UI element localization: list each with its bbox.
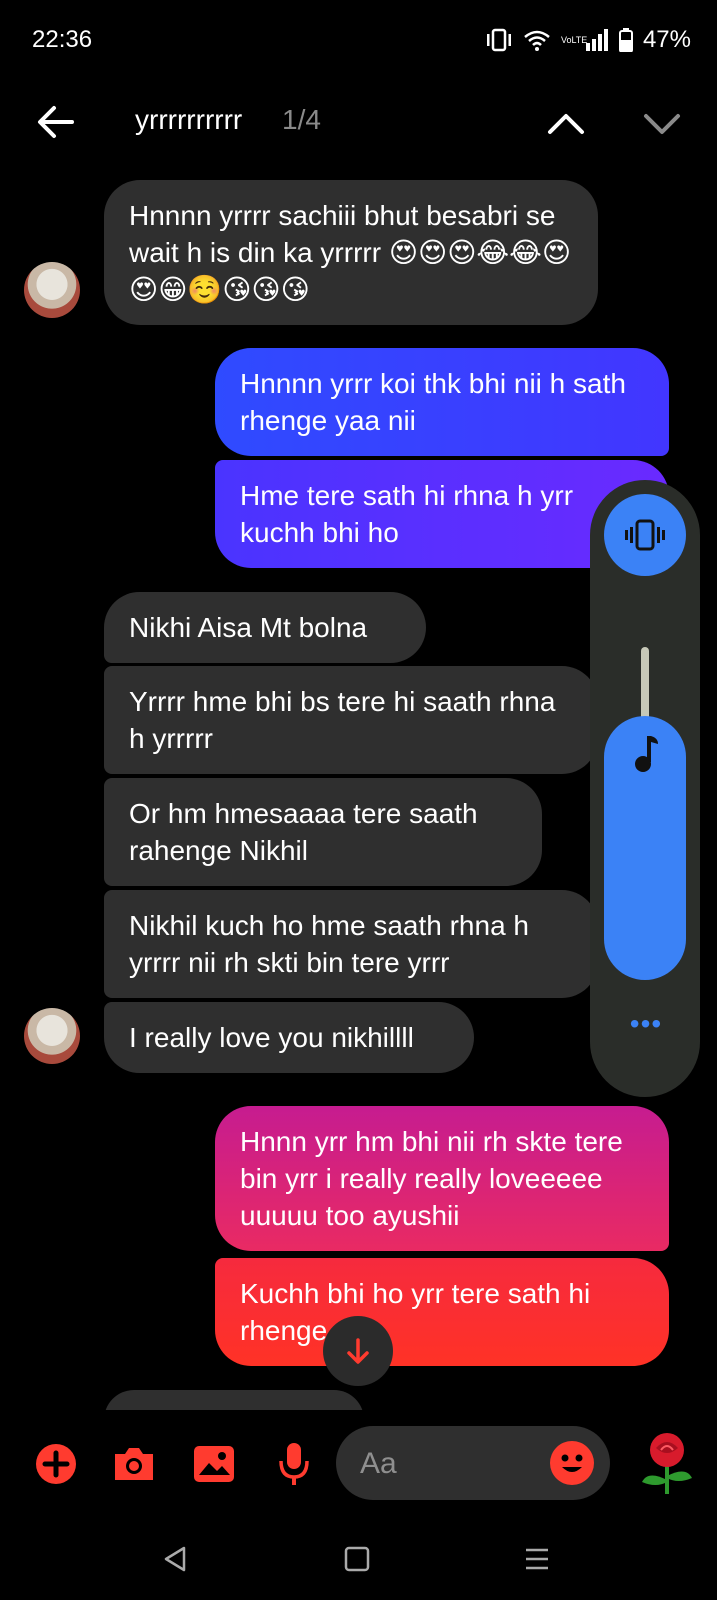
chat-header: yrrrrrrrrrr 1/4 — [0, 82, 717, 158]
scroll-to-bottom-button[interactable] — [323, 1316, 393, 1386]
more-dots-icon[interactable]: ••• — [616, 1008, 676, 1039]
message-bubble-incoming[interactable]: Nikhil kuch ho hme saath rhna h yrrrr ni… — [104, 890, 598, 998]
message-bubble-incoming[interactable]: Or hm hmesaaaa tere saath rahenge Nikhil — [104, 778, 542, 886]
chevron-down-icon — [644, 114, 680, 134]
emoji-button[interactable] — [550, 1441, 594, 1485]
square-home-icon — [344, 1546, 370, 1572]
message-bubble-incoming[interactable]: I really love you nikhillll — [104, 1002, 474, 1073]
message-bubble-incoming[interactable] — [104, 1390, 364, 1410]
message-text: Kuchh bhi ho yrr tere sath hi rhenge — [240, 1278, 591, 1346]
message-bubble-outgoing[interactable]: Hnnn yrr hm bhi nii rh skte tere bin yrr… — [215, 1106, 669, 1251]
contact-avatar[interactable] — [24, 1008, 80, 1064]
status-icons: VoLTE 47% — [485, 26, 691, 54]
message-composer — [0, 1416, 717, 1516]
message-text: Hnnnn yrrr koi thk bhi nii h sath rhenge… — [240, 368, 626, 436]
next-result-button[interactable] — [640, 102, 684, 146]
signal-icon — [585, 29, 609, 51]
message-text: Hme tere sath hi rhna h yrr kuchh bhi ho — [240, 480, 574, 548]
chevron-up-icon — [548, 114, 584, 134]
back-arrow-icon — [38, 106, 74, 138]
message-text: Nikhil kuch ho hme saath rhna h yrrrr ni… — [129, 910, 529, 978]
volte-icon: VoLTE — [560, 35, 588, 45]
ringer-mode-button[interactable] — [604, 494, 686, 576]
voice-button[interactable] — [270, 1440, 318, 1488]
message-bubble-incoming[interactable]: Nikhi Aisa Mt bolna — [104, 592, 426, 663]
camera-button[interactable] — [110, 1440, 158, 1488]
rose-reaction-button[interactable] — [634, 1430, 700, 1498]
vibrate-icon — [485, 28, 513, 52]
message-bubble-outgoing[interactable]: Kuchh bhi ho yrr tere sath hi rhenge — [215, 1258, 669, 1366]
message-bubble-incoming[interactable]: Hnnnn yrrrr sachiii bhut besabri se wait… — [104, 180, 598, 325]
gallery-button[interactable] — [190, 1440, 238, 1488]
triangle-back-icon — [164, 1546, 186, 1572]
nav-back-button[interactable] — [152, 1536, 198, 1582]
menu-lines-icon — [526, 1548, 548, 1570]
microphone-icon — [279, 1443, 309, 1485]
message-text: Nikhi Aisa Mt bolna — [129, 612, 368, 643]
message-bubble-outgoing[interactable]: Hnnnn yrrr koi thk bhi nii h sath rhenge… — [215, 348, 669, 456]
chat-title: yrrrrrrrrrr — [135, 104, 243, 135]
media-volume-slider[interactable] — [604, 716, 686, 980]
battery-percent: 47% — [642, 26, 691, 53]
rose-icon — [642, 1433, 692, 1494]
image-icon — [194, 1446, 234, 1482]
status-time: 22:36 — [32, 26, 93, 53]
message-input-container[interactable] — [336, 1426, 610, 1500]
system-navigation-bar — [0, 1516, 717, 1600]
battery-icon — [618, 28, 633, 52]
status-bar: 22:36 VoLTE 47% — [0, 0, 717, 82]
plus-icon — [36, 1444, 76, 1484]
camera-icon — [115, 1448, 153, 1480]
arrow-down-icon — [347, 1338, 369, 1364]
vibrate-icon — [625, 519, 665, 551]
nav-home-button[interactable] — [334, 1536, 380, 1582]
add-button[interactable] — [32, 1440, 80, 1488]
music-note-icon — [635, 736, 658, 772]
smiley-icon — [561, 1454, 583, 1472]
search-result-count: 1/4 — [282, 104, 321, 135]
message-text: Or hm hmesaaaa tere saath rahenge Nikhil — [129, 798, 478, 866]
contact-avatar[interactable] — [24, 262, 80, 318]
nav-recents-button[interactable] — [514, 1536, 560, 1582]
message-text: Hnnn yrr hm bhi nii rh skte tere bin yrr… — [240, 1126, 623, 1231]
message-text: Yrrrr hme bhi bs tere hi saath rhna h yr… — [129, 686, 556, 754]
message-bubble-incoming[interactable]: Yrrrr hme bhi bs tere hi saath rhna h yr… — [104, 666, 598, 774]
previous-result-button[interactable] — [544, 102, 588, 146]
volume-panel[interactable]: ••• — [590, 480, 700, 1097]
message-input[interactable] — [358, 1444, 542, 1484]
wifi-icon — [523, 28, 551, 52]
back-button[interactable] — [34, 100, 78, 144]
message-text: I really love you nikhillll — [129, 1022, 414, 1053]
